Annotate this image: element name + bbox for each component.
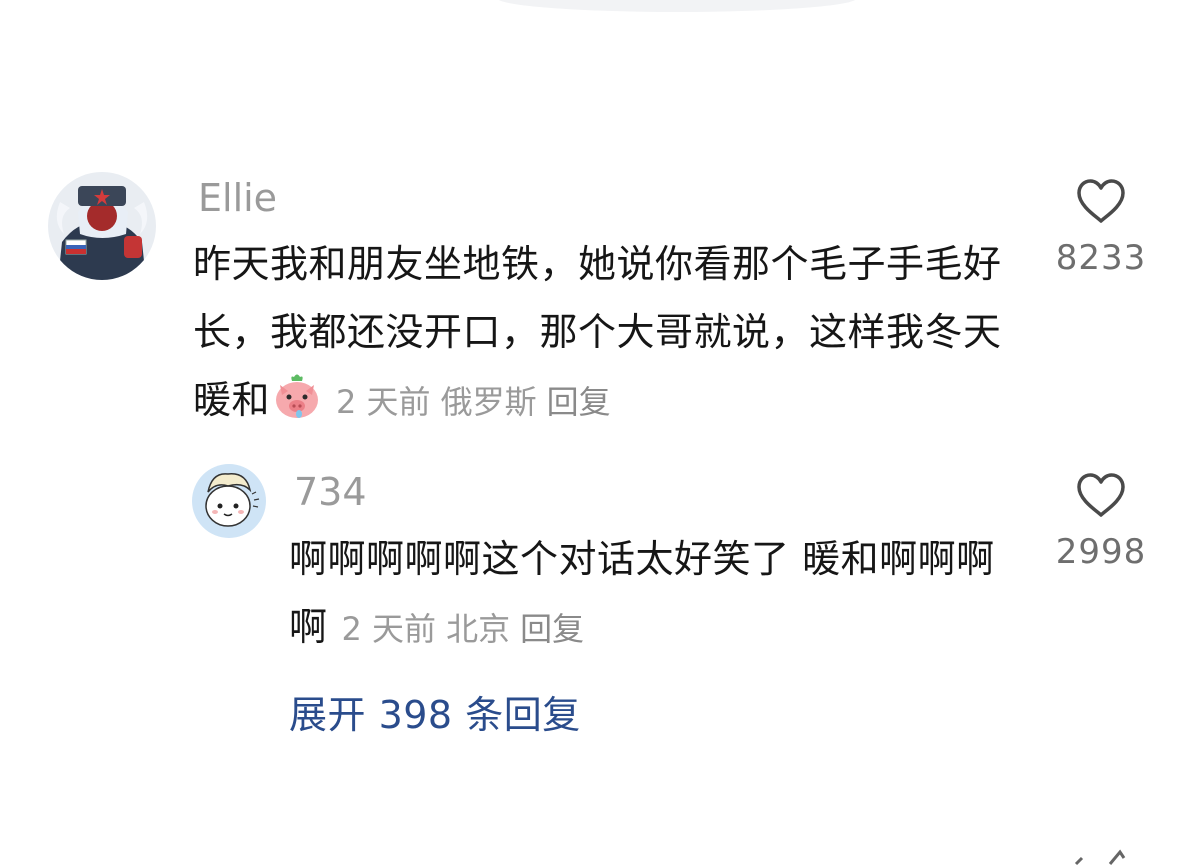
reply-meta: 2 天前 北京 回复	[328, 610, 585, 648]
reply-like-button[interactable]: 2998	[1051, 472, 1151, 572]
like-count: 8233	[1055, 238, 1147, 278]
reply-like-count: 2998	[1055, 532, 1147, 572]
pig-face-emoji	[276, 374, 319, 418]
reply-body: 啊啊啊啊啊这个对话太好笑了 暖和啊啊啊啊 2 天前 北京 回复	[289, 525, 999, 663]
avatar[interactable]	[48, 172, 156, 280]
reply-time: 2 天前	[341, 610, 437, 648]
like-button[interactable]: 8233	[1051, 178, 1151, 278]
comment-body: 昨天我和朋友坐地铁，她说你看那个毛子手毛好长，我都还没开口，那个大哥就说，这样我…	[193, 230, 1013, 436]
comment-username[interactable]: Ellie	[198, 176, 277, 220]
comment-location: 俄罗斯	[440, 383, 537, 421]
sheet-handle	[497, 0, 857, 12]
reply-button[interactable]: 回复	[547, 383, 611, 421]
heart-icon	[1077, 179, 1125, 223]
comment-time: 2 天前	[336, 383, 431, 421]
reply-reply-button[interactable]: 回复	[520, 610, 584, 648]
partial-icon	[1074, 849, 1126, 866]
reply-location: 北京	[446, 610, 511, 648]
reply-avatar[interactable]	[192, 464, 266, 538]
reply-avatar-image	[192, 464, 266, 538]
reply-username[interactable]: 734	[294, 470, 367, 514]
heart-icon	[1077, 473, 1125, 517]
comment-meta: 2 天前 俄罗斯 回复	[322, 383, 611, 421]
avatar-image	[48, 172, 156, 280]
expand-replies-link[interactable]: 展开 398 条回复	[289, 684, 581, 739]
